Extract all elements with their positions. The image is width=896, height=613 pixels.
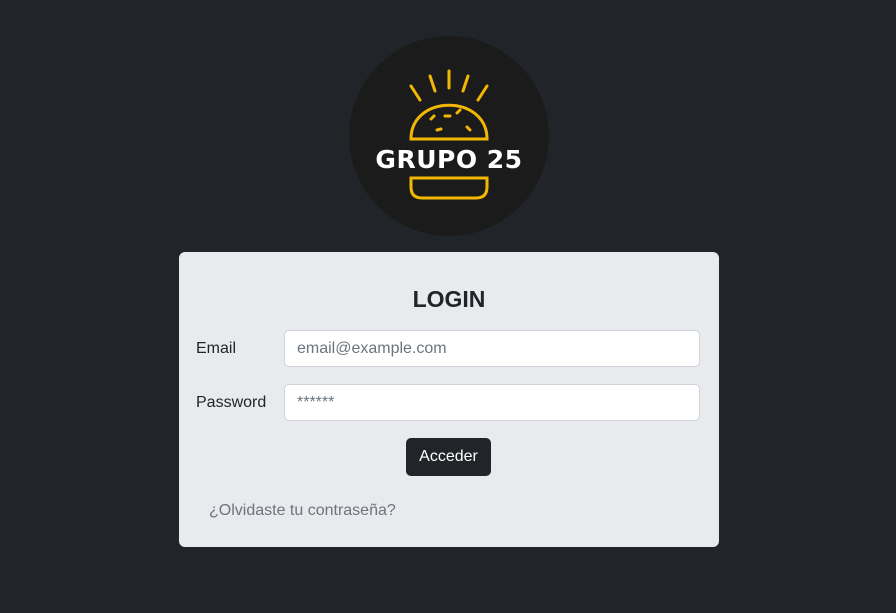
logo-text: GRUPO 25 bbox=[375, 145, 522, 174]
brand-logo: GRUPO 25 bbox=[349, 36, 549, 236]
burger-icon: GRUPO 25 bbox=[375, 69, 522, 200]
forgot-password-link[interactable]: ¿Olvidaste tu contraseña? bbox=[209, 501, 396, 521]
login-card: LOGIN Email Password Acceder ¿Olvidaste … bbox=[179, 252, 719, 547]
login-title: LOGIN bbox=[412, 286, 486, 312]
password-label: Password bbox=[196, 394, 267, 411]
login-submit-button[interactable]: Acceder bbox=[406, 438, 491, 476]
email-input[interactable] bbox=[284, 330, 700, 367]
password-input[interactable] bbox=[284, 384, 700, 421]
email-label: Email bbox=[196, 340, 237, 357]
